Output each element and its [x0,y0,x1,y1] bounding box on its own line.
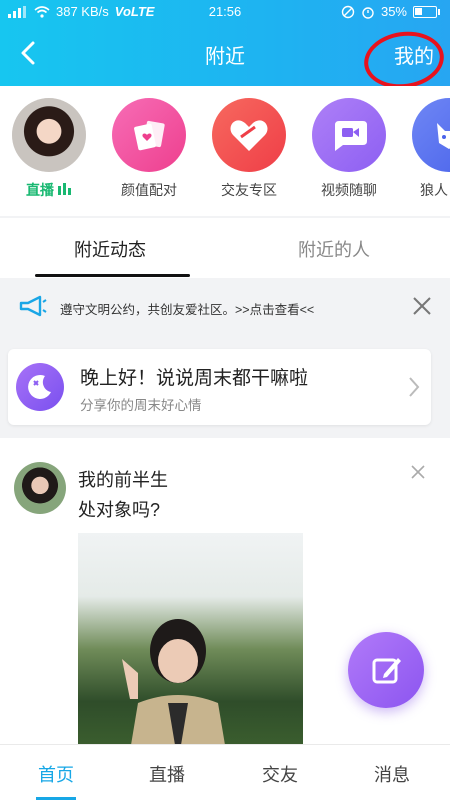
feature-row: 直播 颜值配对 交友专区 视频随聊 狼人 [0,86,450,216]
wolf-icon [437,123,450,149]
nav-live[interactable]: 直播 [149,761,185,787]
tab-active-indicator [35,274,190,277]
battery-icon [413,5,437,18]
compose-button[interactable] [348,632,424,708]
nav-home[interactable]: 首页 [38,761,74,787]
cards-heart-icon [134,120,165,151]
nav-header: 附近 我的 [0,24,450,94]
dismiss-post-icon[interactable] [410,464,426,480]
feature-appearance-match[interactable]: 颜值配对 [106,98,192,200]
feature-live[interactable]: 直播 [6,98,92,200]
greeting-subtitle: 分享你的周末好心情 [80,398,202,413]
feature-label-dating: 交友专区 [221,182,277,198]
community-notice[interactable]: 遵守文明公约，共创友爱社区。>>点击查看<< [0,282,450,330]
feature-dating-zone[interactable]: 交友专区 [206,98,292,200]
feature-label-live: 直播 [26,182,55,198]
mute-icon [341,5,355,18]
red-annotation-circle [360,26,448,94]
nav-dating[interactable]: 交友 [262,761,298,787]
tab-bar: 附近动态 附近的人 [0,218,450,278]
battery-percent: 35% [380,4,407,19]
top-bar: 387 KB/s VoLTE 21:56 35% 附近 我的 [0,0,450,94]
author-avatar[interactable] [14,462,66,514]
tab-nearby-posts[interactable]: 附近动态 [74,236,146,262]
greeting-card[interactable]: 晚上好！说说周末都干嘛啦 分享你的周末好心情 [8,349,431,425]
person-silhouette [122,619,225,744]
post-photo[interactable] [78,533,303,744]
notice-text: 遵守文明公约，共创友爱社区。>>点击查看<< [60,303,315,317]
feature-label-werewolf: 狼人 [420,182,448,198]
chevron-right-icon [409,377,420,397]
greeting-title: 晚上好！说说周末都干嘛啦 [80,368,309,389]
status-bar: 387 KB/s VoLTE 21:56 35% [0,0,450,24]
feature-video-chat[interactable]: 视频随聊 [306,98,392,200]
alarm-icon [362,6,374,19]
close-icon[interactable] [410,294,434,318]
tab-nearby-people[interactable]: 附近的人 [298,236,370,262]
megaphone-icon [19,295,47,317]
nav-messages[interactable]: 消息 [374,761,410,787]
post-text: 处对象吗? [78,500,161,520]
author-name[interactable]: 我的前半生 [78,466,168,492]
live-bars-icon [57,183,71,195]
live-avatar [12,98,86,172]
video-chat-icon [335,121,367,151]
feature-label-video: 视频随聊 [321,182,377,198]
heart-icon [230,120,268,151]
feature-label-appearance: 颜值配对 [121,182,177,198]
feature-werewolf[interactable]: 狼人 [406,98,450,200]
edit-icon [372,658,401,684]
moon-icon [16,363,64,411]
bottom-nav: 首页 直播 交友 消息 [0,744,450,800]
